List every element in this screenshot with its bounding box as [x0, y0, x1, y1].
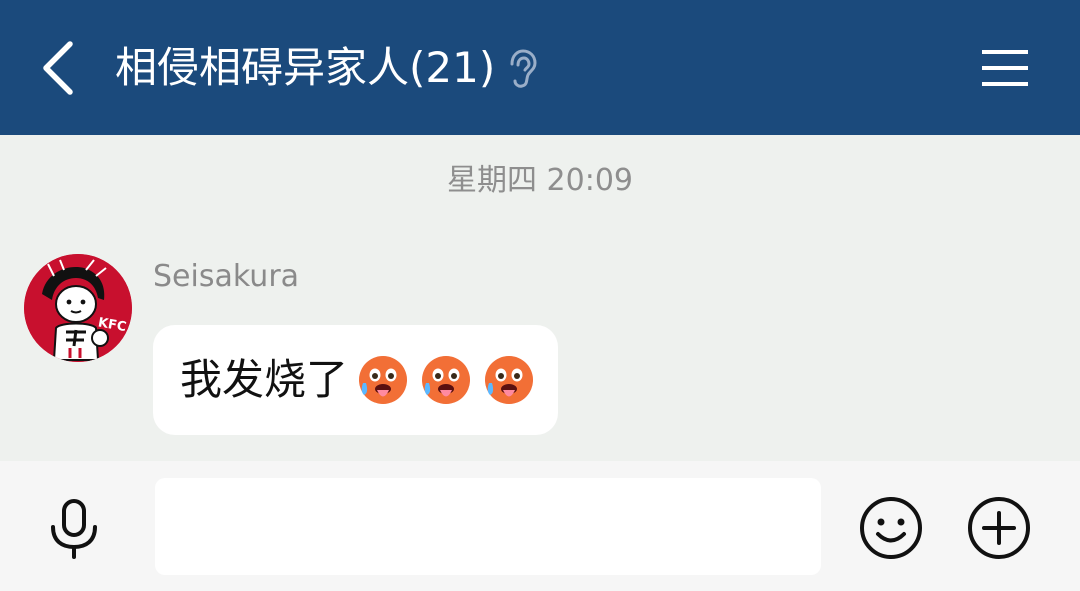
message-list[interactable]: 星期四 20:09 KFC Seisakura 我发烧了	[0, 135, 1080, 461]
chat-title[interactable]: 相侵相碍异家人(21)	[115, 42, 495, 94]
smiley-icon	[860, 497, 922, 559]
menu-button[interactable]	[978, 46, 1032, 90]
message-bubble[interactable]: 我发烧了	[153, 325, 558, 435]
message-text: 我发烧了	[180, 355, 349, 404]
hot-face-emoji	[485, 356, 534, 404]
more-actions-button[interactable]	[966, 495, 1032, 561]
microphone-icon	[51, 499, 97, 559]
chevron-left-icon	[43, 41, 73, 95]
message-timestamp: 星期四 20:09	[447, 163, 633, 198]
voice-input-button[interactable]	[44, 497, 104, 561]
chat-header: 相侵相碍异家人(21)	[0, 0, 1080, 135]
emoji-group	[352, 353, 536, 407]
ear-icon[interactable]	[505, 48, 539, 90]
hot-face-emoji	[359, 356, 408, 404]
plus-circle-icon	[968, 497, 1030, 559]
input-bar	[0, 461, 1080, 591]
emoji-button[interactable]	[858, 495, 924, 561]
hamburger-menu-icon	[982, 50, 1028, 86]
sender-name: Seisakura	[153, 259, 300, 294]
hot-face-emoji	[422, 356, 471, 404]
sender-avatar[interactable]: KFC	[24, 254, 132, 362]
back-button[interactable]	[36, 38, 84, 98]
kfc-avatar-image: KFC	[24, 254, 132, 362]
message-input[interactable]	[155, 478, 821, 575]
